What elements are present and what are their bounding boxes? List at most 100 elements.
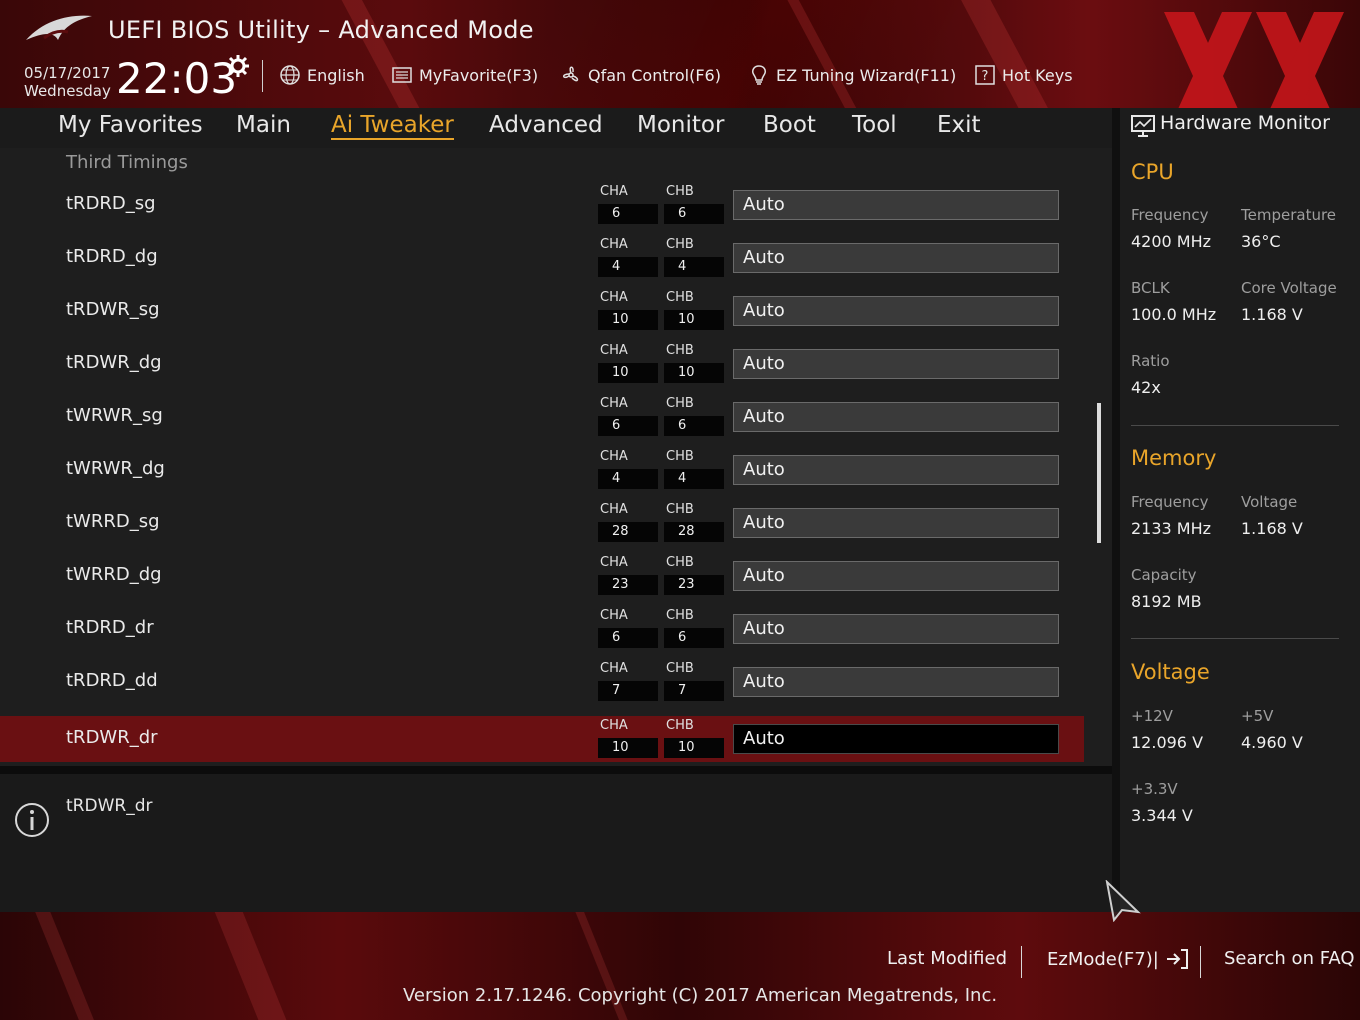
cha-label: CHA [600,396,628,411]
hot-keys-button[interactable]: ? Hot Keys [974,62,1073,88]
header-divider [262,60,263,92]
footer-decor [207,912,299,1020]
cha-readout: CHA 6 [598,396,658,436]
setting-value-field[interactable]: Auto [733,243,1059,273]
chb-value: 7 [664,681,724,701]
cha-value: 6 [598,204,658,224]
date-display: 05/17/2017 [24,64,111,82]
setting-value-field[interactable]: Auto [733,724,1059,754]
chb-readout: CHB 6 [664,184,724,224]
setting-row-twrrd-sg[interactable]: tWRRD_sg CHA 28 CHB 28 Auto [0,500,1084,546]
setting-value-field[interactable]: Auto [733,561,1059,591]
chb-label: CHB [666,555,694,570]
header-decor [949,0,1077,108]
fan-icon [563,66,579,82]
setting-row-trdrd-dg[interactable]: tRDRD_dg CHA 4 CHB 4 Auto [0,235,1084,281]
setting-value-field[interactable]: Auto [733,508,1059,538]
setting-row-twrrd-dg[interactable]: tWRRD_dg CHA 23 CHB 23 Auto [0,553,1084,599]
footer-decor [30,912,104,1020]
setting-row-trdwr-dg[interactable]: tRDWR_dg CHA 10 CHB 10 Auto [0,341,1084,387]
gear-icon[interactable] [226,54,250,78]
myfavorite-button[interactable]: MyFavorite(F3) [391,62,538,88]
tab-my-favorites[interactable]: My Favorites [58,112,203,138]
setting-row-trdrd-dd[interactable]: tRDRD_dd CHA 7 CHB 7 Auto [0,659,1084,705]
setting-value-field[interactable]: Auto [733,190,1059,220]
cha-label: CHA [600,608,628,623]
app-title: UEFI BIOS Utility – Advanced Mode [108,16,534,44]
chb-label: CHB [666,184,694,199]
chb-readout: CHB 10 [664,290,724,330]
chb-label: CHB [666,449,694,464]
setting-row-trdrd-dr[interactable]: tRDRD_dr CHA 6 CHB 6 Auto [0,606,1084,652]
cha-value: 6 [598,416,658,436]
chb-readout: CHB 10 [664,343,724,383]
cha-readout: CHA 10 [598,718,658,758]
hardware-monitor-panel: Hardware Monitor CPU Frequency Temperatu… [1120,108,1360,912]
chb-label: CHB [666,343,694,358]
tab-monitor[interactable]: Monitor [637,112,724,138]
setting-row-trdrd-sg[interactable]: tRDRD_sg CHA 6 CHB 6 Auto [0,182,1084,228]
setting-row-trdwr-sg[interactable]: tRDWR_sg CHA 10 CHB 10 Auto [0,288,1084,334]
cha-value: 10 [598,310,658,330]
tab-main[interactable]: Main [236,112,291,138]
chb-value: 4 [664,469,724,489]
bottom-bar: Last Modified EzMode(F7)| Search on FAQ … [0,912,1360,1020]
memory-voltage-label: Voltage [1241,493,1298,511]
chb-readout: CHB 4 [664,449,724,489]
memory-heading: Memory [1131,446,1217,470]
setting-value-field[interactable]: Auto [733,296,1059,326]
ratio-label: Ratio [1131,352,1170,370]
memory-frequency-value: 2133 MHz [1131,519,1212,538]
setting-value-field[interactable]: Auto [733,402,1059,432]
chb-value: 6 [664,204,724,224]
lightbulb-icon [752,65,766,85]
qfan-control-label: Qfan Control(F6) [588,65,721,85]
cha-value: 10 [598,363,658,383]
cha-label: CHA [600,449,628,464]
setting-value-field[interactable]: Auto [733,667,1059,697]
chb-readout: CHB 6 [664,608,724,648]
cpu-frequency-value: 4200 MHz [1131,232,1212,251]
tab-boot[interactable]: Boot [763,112,816,138]
tab-ai-tweaker[interactable]: Ai Tweaker [331,112,454,140]
chb-value: 23 [664,575,724,595]
cha-label: CHA [600,343,628,358]
setting-value-field[interactable]: Auto [733,455,1059,485]
last-modified-button[interactable]: Last Modified [887,948,1007,969]
setting-value-field[interactable]: Auto [733,614,1059,644]
v33-value: 3.344 V [1131,806,1193,825]
setting-label: tWRWR_dg [66,458,165,479]
tab-exit[interactable]: Exit [937,112,981,138]
chb-readout: CHB 10 [664,718,724,758]
scrollbar[interactable] [1097,403,1101,543]
tab-advanced[interactable]: Advanced [489,112,603,138]
main-menu-bar: My Favorites Main Ai Tweaker Advanced Mo… [0,108,1112,148]
qfan-control-button[interactable]: Qfan Control(F6) [560,62,721,88]
language-button[interactable]: English [279,62,365,88]
cpu-temperature-label: Temperature [1241,206,1337,224]
ezmode-button[interactable]: EzMode(F7)| [1047,948,1189,970]
chb-readout: CHB 6 [664,396,724,436]
voltage-heading: Voltage [1131,660,1210,684]
setting-label: tRDRD_dg [66,246,158,267]
help-text: tRDWR_dr [66,796,153,816]
cha-label: CHA [600,184,628,199]
search-on-faq-button[interactable]: Search on FAQ [1224,948,1355,969]
chb-label: CHB [666,502,694,517]
setting-label: tRDRD_sg [66,193,156,214]
v33-label: +3.3V [1131,780,1178,798]
v5-value: 4.960 V [1241,733,1303,752]
ez-tuning-wizard-button[interactable]: EZ Tuning Wizard(F11) [748,62,956,88]
cha-value: 23 [598,575,658,595]
setting-row-twrwr-sg[interactable]: tWRWR_sg CHA 6 CHB 6 Auto [0,394,1084,440]
setting-row-twrwr-dg[interactable]: tWRWR_dg CHA 4 CHB 4 Auto [0,447,1084,493]
cha-label: CHA [600,237,628,252]
version-text: Version 2.17.1246. Copyright (C) 2017 Am… [403,985,998,1006]
setting-value-field[interactable]: Auto [733,349,1059,379]
cha-value: 4 [598,257,658,277]
tab-tool[interactable]: Tool [852,112,897,138]
memory-frequency-label: Frequency [1131,493,1209,511]
setting-row-trdwr-dr[interactable]: tRDWR_dr CHA 10 CHB 10 Auto [0,716,1084,762]
footer-divider [1200,946,1201,978]
setting-label: tWRRD_dg [66,564,162,585]
